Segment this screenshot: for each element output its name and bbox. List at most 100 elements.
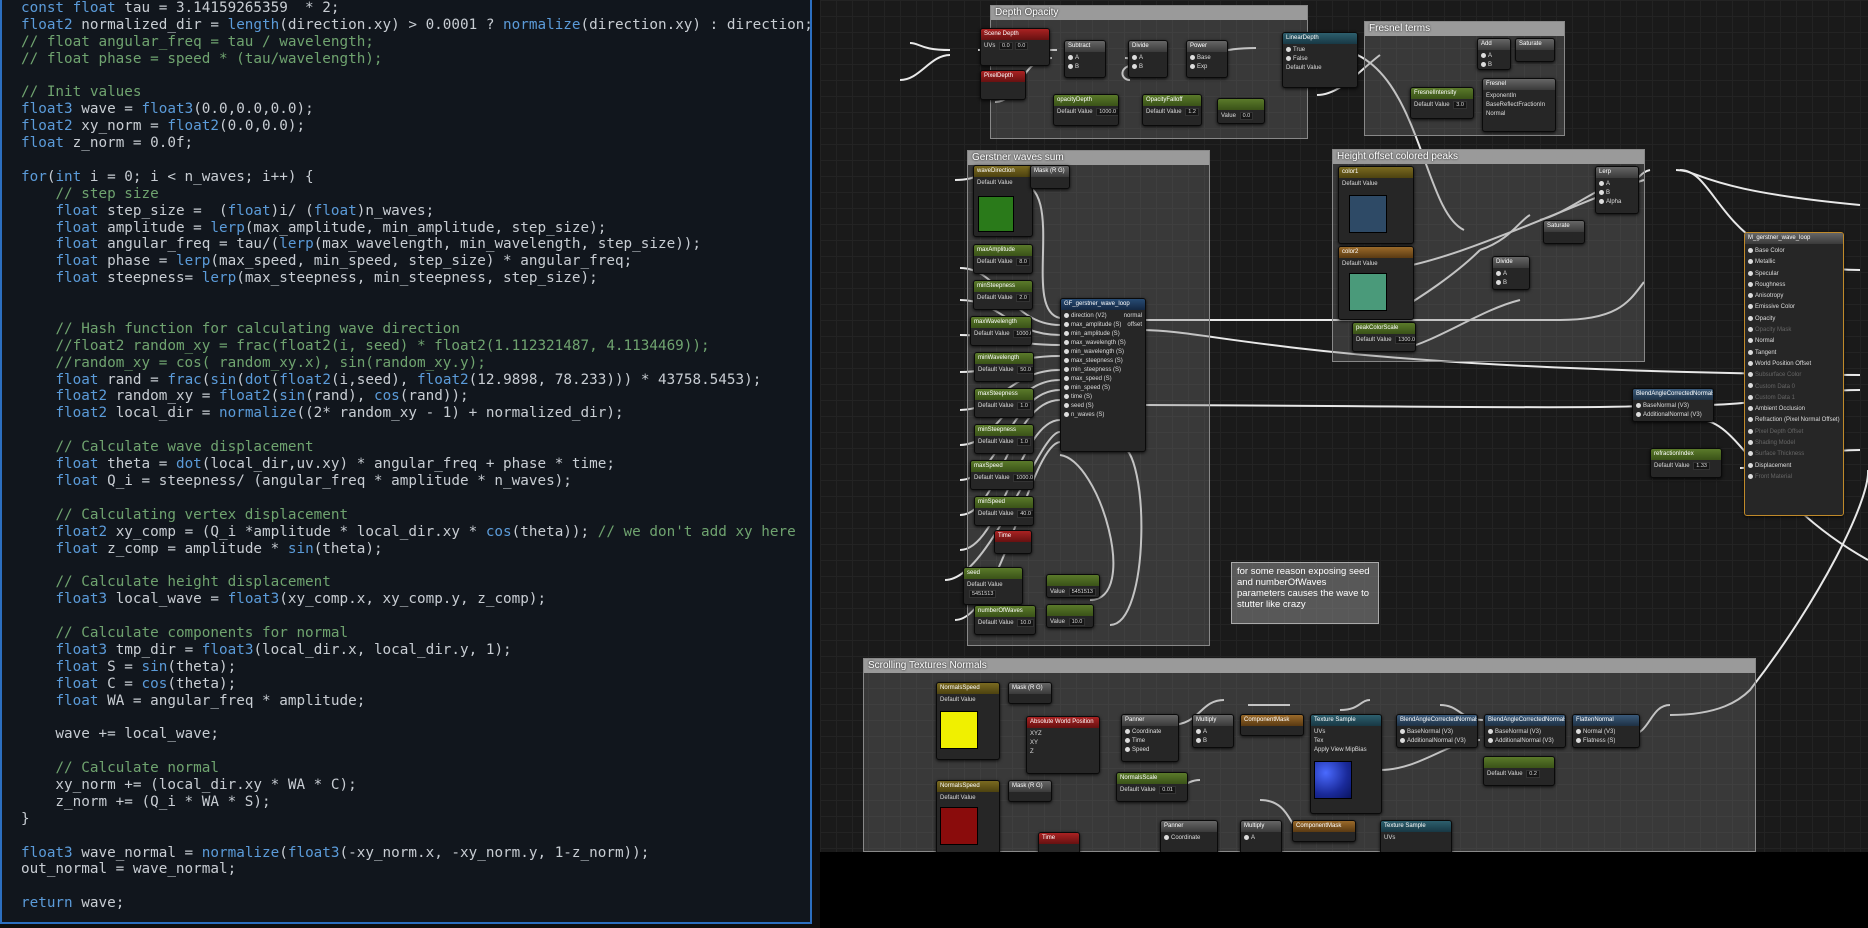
code-line[interactable]: // Init values — [21, 84, 810, 101]
code-line[interactable]: // Calculate height displacement — [21, 574, 810, 591]
code-line[interactable]: // Hash function for calculating wave di… — [21, 321, 810, 338]
code-line[interactable]: float2 xy_norm = float2(0.0,0.0); — [21, 118, 810, 135]
code-line[interactable]: z_norm += (Q_i * WA * S); — [21, 794, 810, 811]
material-input-pin[interactable]: Subsurface Color — [1748, 370, 1840, 381]
node-mask-rg[interactable]: Mask (R G) — [1008, 682, 1052, 704]
node-panner[interactable]: Panner Coordinate Time Speed — [1121, 714, 1179, 762]
node-color2[interactable]: color2 Default Value — [1338, 246, 1414, 320]
custom-input-pin[interactable]: direction (V2) normal — [1064, 312, 1142, 321]
code-line[interactable]: out_normal = wave_normal; — [21, 861, 810, 878]
code-line[interactable]: float2 local_dir = normalize((2* random_… — [21, 405, 810, 422]
material-input-pin[interactable]: World Position Offset — [1748, 359, 1840, 370]
code-line[interactable]: float WA = angular_freq * amplitude; — [21, 693, 810, 710]
node-multiply-2[interactable]: Multiply A — [1240, 820, 1282, 852]
node-max-speed[interactable]: maxSpeed Default Value 1000.0 — [970, 460, 1034, 490]
node-texture-sample-2[interactable]: Texture Sample UVs — [1380, 820, 1452, 852]
custom-input-pin[interactable]: time (S) — [1064, 393, 1142, 402]
node-mask[interactable]: Mask (R G) — [1030, 165, 1070, 189]
code-line[interactable] — [21, 68, 810, 85]
code-line[interactable]: float amplitude = lerp(max_amplitude, mi… — [21, 220, 810, 237]
node-power[interactable]: Power Base Exp — [1186, 40, 1228, 78]
custom-input-pin[interactable]: max_speed (S) — [1064, 375, 1142, 384]
node-wave-direction[interactable]: waveDirection Default Value — [973, 165, 1033, 237]
code-line[interactable]: const float tau = 3.14159265359 * 2; — [21, 0, 810, 17]
code-line[interactable]: // step size — [21, 186, 810, 203]
node-saturate-height[interactable]: Saturate — [1543, 220, 1585, 244]
node-seed[interactable]: seed Default Value 5451513 — [963, 567, 1023, 605]
code-line[interactable] — [21, 709, 810, 726]
code-line[interactable]: } — [21, 811, 810, 828]
code-text[interactable]: const float tau = 3.14159265359 * 2; floa… — [2, 0, 810, 912]
code-line[interactable]: float C = cos(theta); — [21, 676, 810, 693]
node-texture-sample[interactable]: Texture Sample UVs Tex Apply View MipBias — [1310, 714, 1382, 814]
material-input-pin[interactable]: Metallic — [1748, 257, 1840, 268]
code-line[interactable]: // Calculate components for normal — [21, 625, 810, 642]
code-line[interactable]: float3 wave_normal = normalize(float3(-x… — [21, 845, 810, 862]
node-subtract[interactable]: Subtract AB — [1064, 40, 1106, 78]
node-divide-height[interactable]: Divide AB — [1492, 256, 1530, 290]
custom-input-pin[interactable]: max_amplitude (S) offset — [1064, 321, 1142, 330]
code-line[interactable]: float rand = frac(sin(dot(float2(i,seed)… — [21, 372, 810, 389]
node-min-speed[interactable]: minSpeed Default Value 40.0 — [974, 496, 1034, 526]
material-input-pin[interactable]: Pixel Depth Offset — [1748, 427, 1840, 438]
material-input-pin[interactable]: Base Color — [1748, 246, 1840, 257]
code-line[interactable]: wave += local_wave; — [21, 726, 810, 743]
code-line[interactable]: float z_comp = amplitude * sin(theta); — [21, 541, 810, 558]
code-line[interactable]: float angular_freq = tau/(lerp(max_wavel… — [21, 236, 810, 253]
node-mask-rg-2[interactable]: Mask (R G) — [1008, 780, 1052, 802]
code-line[interactable]: float3 wave = float3(0.0,0.0,0.0); — [21, 101, 810, 118]
custom-input-pin[interactable]: seed (S) — [1064, 402, 1142, 411]
material-input-pin[interactable]: Opacity Mask — [1748, 325, 1840, 336]
node-max-steepness[interactable]: maxSteepness Default Value 1.0 — [974, 388, 1034, 418]
material-input-pin[interactable]: Opacity — [1748, 314, 1840, 325]
node-time[interactable]: Time — [994, 530, 1032, 554]
material-input-pin[interactable]: Refraction (Pixel Normal Offset) — [1748, 415, 1840, 426]
material-input-pin[interactable]: Shading Model — [1748, 438, 1840, 449]
code-line[interactable]: xy_norm += (local_dir.xy * WA * C); — [21, 777, 810, 794]
node-min-steepness[interactable]: minSteepness Default Value 1.0 — [974, 424, 1034, 454]
node-peak-color-scale[interactable]: peakColorScale Default Value 1300.0 — [1352, 322, 1416, 352]
code-line[interactable]: float S = sin(theta); — [21, 659, 810, 676]
code-line[interactable] — [21, 608, 810, 625]
node-linear-depth[interactable]: LinearDepth True False Default Value — [1282, 32, 1358, 88]
material-input-pin[interactable]: Surface Thickness — [1748, 449, 1840, 460]
node-seed-constant[interactable]: Value 5451513 — [1046, 574, 1100, 598]
material-graph[interactable]: Depth Opacity Fresnel terms Gerstner wav… — [820, 0, 1868, 852]
code-line[interactable] — [21, 557, 810, 574]
node-blend-normals-3[interactable]: BlendAngleCorrectedNormals BaseNormal (V… — [1484, 714, 1566, 748]
node-color1[interactable]: color1 Default Value — [1338, 166, 1414, 244]
node-flatten-normal[interactable]: FlattenNormal Normal (V3) Flatness (S) — [1572, 714, 1640, 748]
custom-input-pin[interactable]: max_wavelength (S) — [1064, 339, 1142, 348]
code-line[interactable] — [21, 304, 810, 321]
material-input-pin[interactable]: Normal — [1748, 336, 1840, 347]
code-line[interactable]: //random_xy = cos( random_xy.x), sin(ran… — [21, 355, 810, 372]
node-blend-normals-2[interactable]: BlendAngleCorrectedNormals BaseNormal (V… — [1396, 714, 1478, 748]
code-line[interactable]: // Calculate wave displacement — [21, 439, 810, 456]
node-pixel-depth[interactable]: PixelDepth — [980, 70, 1026, 100]
node-panner-2[interactable]: Panner Coordinate — [1160, 820, 1218, 852]
code-editor-panel[interactable]: const float tau = 3.14159265359 * 2; floa… — [0, 0, 812, 924]
node-refraction-index[interactable]: refractionIndex Default Value 1.33 — [1650, 448, 1722, 478]
code-line[interactable]: float2 random_xy = float2(sin(rand), cos… — [21, 388, 810, 405]
node-normals-speed[interactable]: NormalsSpeed Default Value — [936, 682, 1000, 760]
code-line[interactable]: float steepness= lerp(max_steepness, min… — [21, 270, 810, 287]
code-line[interactable] — [21, 828, 810, 845]
code-line[interactable] — [21, 878, 810, 895]
node-component-mask[interactable]: ComponentMask — [1240, 714, 1304, 736]
code-line[interactable]: float3 local_wave = float3(xy_comp.x, xy… — [21, 591, 810, 608]
code-line[interactable] — [21, 743, 810, 760]
code-line[interactable] — [21, 287, 810, 304]
material-input-pin[interactable]: Specular — [1748, 269, 1840, 280]
node-normals-scale[interactable]: NormalsScale Default Value 0.01 — [1116, 772, 1188, 802]
node-steepness-param[interactable]: maxAmplitude Default Value 8.0 — [973, 244, 1033, 274]
code-line[interactable]: float2 xy_comp = (Q_i *amplitude * local… — [21, 524, 810, 541]
code-line[interactable] — [21, 152, 810, 169]
code-line[interactable]: float theta = dot(local_dir,uv.xy) * ang… — [21, 456, 810, 473]
node-number-of-waves[interactable]: numberOfWaves Default Value 10.0 — [974, 605, 1036, 635]
node-fresnel-intensity[interactable]: FresnelIntensity Default Value 3.0 — [1410, 87, 1474, 119]
node-scene-depth[interactable]: Scene Depth UVs 0.0 0.0 — [980, 28, 1050, 66]
material-input-pin[interactable]: Anisotropy — [1748, 291, 1840, 302]
node-saturate[interactable]: Saturate — [1515, 38, 1555, 62]
node-normals-speed-2[interactable]: NormalsSpeed Default Value — [936, 780, 1000, 852]
node-lerp[interactable]: Lerp A B Alpha — [1595, 166, 1639, 214]
